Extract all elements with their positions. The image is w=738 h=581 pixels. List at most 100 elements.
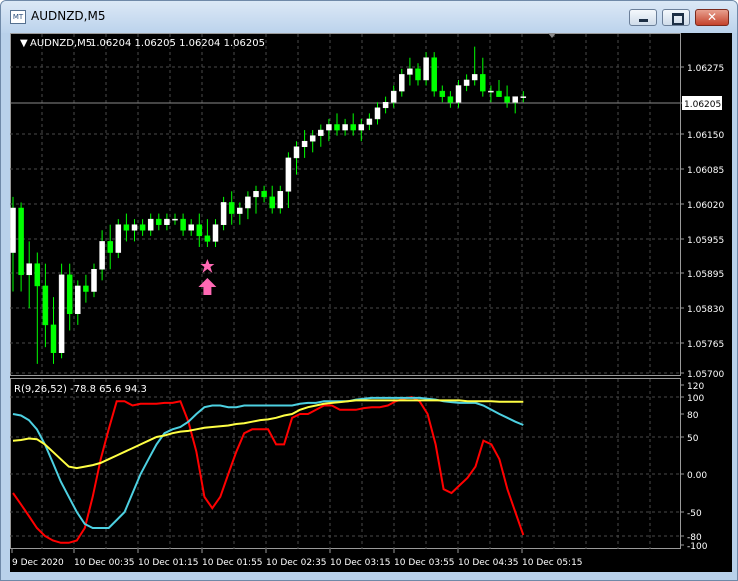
candle-body [66, 274, 73, 315]
price-axis-label: 1.06275 [687, 64, 724, 74]
candle-body [220, 202, 227, 225]
candles-group [10, 46, 527, 364]
minimize-icon [639, 19, 648, 22]
yellow-indicator-line [12, 399, 524, 470]
candle-body [204, 235, 211, 242]
candle-body [471, 74, 478, 81]
current-price-label: 1.06205 [684, 100, 721, 110]
candle-body [147, 218, 154, 231]
title-bar[interactable]: MT AUDNZD,M5 ✕ [1, 1, 737, 33]
candle-body [237, 207, 243, 214]
candle-body [188, 224, 194, 231]
symbol-label: AUDNZD,M5 [30, 38, 92, 49]
candle-body [512, 96, 518, 103]
indicator-axis-label: 80 [687, 411, 699, 421]
candle-body [480, 74, 486, 92]
candle-body [261, 191, 267, 198]
candle-body [34, 263, 41, 287]
indicator-axis-label: 0.00 [687, 471, 707, 481]
time-axis-label: 10 Dec 02:35 [266, 558, 327, 568]
candle-body [139, 224, 146, 231]
candle-body [99, 241, 105, 270]
price-axis-label: 1.05955 [687, 236, 724, 246]
candle-body [75, 285, 81, 315]
indicator-axis-label: -50 [687, 509, 702, 519]
candle-body [423, 57, 429, 81]
candle-body [350, 124, 356, 131]
ohlc-label: 1.06204 1.06205 1.06204 1.06205 [90, 38, 265, 49]
candle-body [285, 157, 292, 192]
indicator-axis-label: 120 [687, 382, 704, 392]
indicator-axis-label: -100 [687, 542, 708, 552]
candle-body [301, 140, 308, 148]
candle-body [123, 224, 130, 231]
candle-body [415, 68, 421, 81]
candle-body [253, 191, 259, 198]
candle-body [50, 324, 57, 353]
candle-body [245, 196, 251, 209]
grid-lines [10, 33, 681, 549]
time-axis-label: 10 Dec 05:15 [522, 558, 583, 568]
price-axis-label: 1.05700 [687, 370, 724, 380]
candle-body [374, 107, 381, 120]
time-axis-label: 10 Dec 03:55 [394, 558, 455, 568]
price-axis-label: 1.06150 [687, 131, 724, 141]
candle-body [212, 224, 219, 242]
indicator-axis-label: 50 [687, 434, 699, 444]
candle-body [293, 146, 300, 159]
candle-body [131, 224, 138, 231]
candle-body [326, 124, 332, 131]
indicator-axis-label: 100 [687, 394, 704, 404]
candle-body [504, 96, 510, 103]
up-arrow-icon [198, 278, 217, 295]
close-button[interactable]: ✕ [695, 9, 729, 26]
candle-body [366, 118, 373, 125]
candle-body [277, 191, 284, 209]
candle-body [26, 263, 32, 276]
candle-body [431, 57, 437, 92]
candle-body [156, 218, 162, 225]
candle-body [463, 79, 470, 86]
candle-body [318, 129, 324, 136]
candle-body [91, 268, 97, 292]
time-axis-label: 9 Dec 2020 [12, 558, 64, 568]
time-axis-label: 10 Dec 01:15 [138, 558, 199, 568]
candle-body [269, 196, 275, 209]
time-axis-label: 10 Dec 00:35 [74, 558, 135, 568]
candle-body [488, 90, 494, 93]
price-axis-label: 1.05895 [687, 270, 724, 280]
chart-window-icon: MT [10, 10, 26, 24]
symbol-triangle-icon[interactable]: ▼ [20, 38, 28, 49]
close-icon: ✕ [706, 10, 718, 24]
candle-body [496, 90, 502, 97]
candle-body [115, 224, 122, 253]
price-chart-svg[interactable]: 1.06275 1.06150 1.06085 1.06020 1.05955 1.058… [10, 33, 732, 572]
maximize-button[interactable] [662, 9, 690, 26]
chart-window: MT AUDNZD,M5 ✕ 1.06275 1.06150 1.06085 1.06… [0, 0, 738, 581]
candle-body [83, 285, 89, 292]
indicator-label: R(9,26,52) -78.8 65.6 94.3 [14, 384, 147, 395]
price-axis-label: 1.05765 [687, 340, 724, 350]
time-axis-label: 10 Dec 01:55 [202, 558, 263, 568]
price-axis-label: 1.06085 [687, 166, 724, 176]
indicator-lines [12, 395, 525, 544]
candle-body [407, 68, 413, 75]
candle-body [164, 218, 170, 225]
candle-body [520, 96, 527, 98]
candle-body [196, 224, 203, 237]
candle-body [18, 207, 24, 276]
chart-area[interactable]: 1.06275 1.06150 1.06085 1.06020 1.05955 1.058… [10, 33, 732, 572]
candle-body [358, 124, 365, 131]
price-axis-label: 1.05830 [687, 305, 724, 315]
price-axis-label: 1.06020 [687, 201, 724, 211]
candle-body [334, 124, 340, 131]
candle-body [342, 124, 348, 131]
candle-body [390, 90, 397, 103]
candle-body [447, 96, 454, 103]
candle-body [107, 241, 113, 253]
minimize-button[interactable] [629, 9, 657, 26]
candle-body [399, 74, 405, 92]
candle-body [455, 85, 462, 103]
candle-body [309, 135, 316, 142]
candle-body [180, 218, 186, 231]
